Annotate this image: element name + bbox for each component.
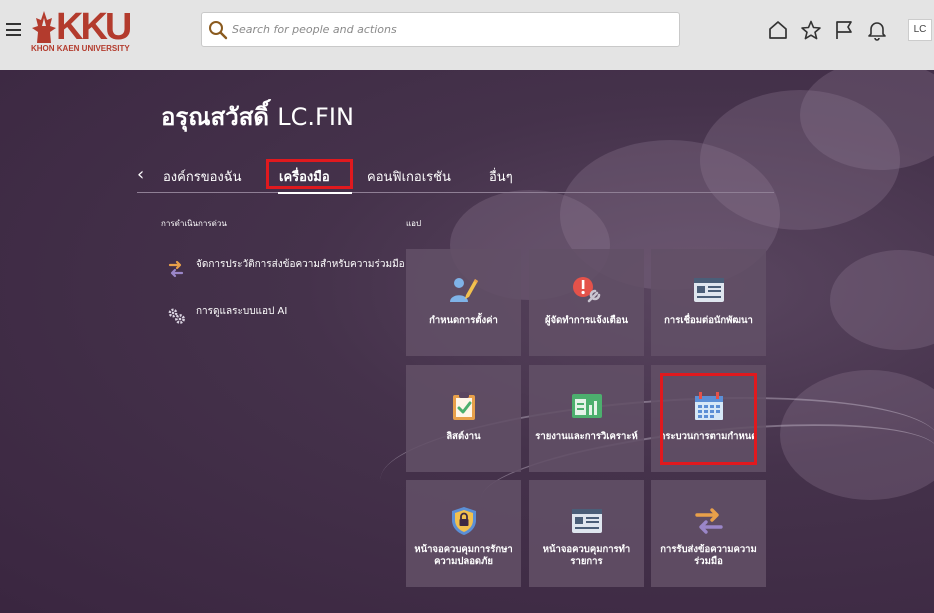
greeting-user-name: LC.FIN	[277, 103, 354, 131]
security-shield-icon	[452, 507, 476, 535]
tab-others[interactable]: อื่นๆ	[489, 166, 513, 187]
app-tile-label: กำหนดการตั้งค่า	[429, 315, 498, 326]
menu-icon[interactable]	[6, 23, 21, 36]
app-tile-collaboration-messaging[interactable]: การรับส่งข้อความความร่วมมือ	[651, 480, 766, 587]
transfer-arrows-icon	[168, 260, 184, 278]
home-icon[interactable]	[767, 19, 789, 41]
tab-my-organization[interactable]: องค์กรของฉัน	[163, 166, 242, 187]
active-tab-indicator	[278, 192, 352, 194]
springboard: อรุณสวัสดิ์ LC.FIN ‹ องค์กรของฉัน เครื่อ…	[0, 70, 934, 613]
quick-action-label: จัดการประวัติการส่งข้อความสำหรับความร่วม…	[196, 259, 405, 270]
clipboard-check-icon	[453, 392, 475, 420]
tab-configuration[interactable]: คอนฟิเกอเรชัน	[367, 166, 451, 187]
star-icon[interactable]	[800, 19, 822, 41]
search-input[interactable]	[232, 14, 672, 45]
greeting-hello: อรุณสวัสดิ์	[161, 103, 269, 131]
app-tile-worklist[interactable]: ลิสต์งาน	[406, 365, 521, 472]
user-avatar[interactable]: LC	[908, 19, 932, 41]
logo-subtitle: KHON KAEN UNIVERSITY	[31, 44, 130, 53]
search-box	[201, 12, 680, 47]
app-tile-setup[interactable]: กำหนดการตั้งค่า	[406, 249, 521, 356]
quick-action-label: การดูแลระบบแอป AI	[196, 306, 288, 317]
app-tile-label: การเชื่อมต่อนักพัฒนา	[664, 315, 753, 326]
top-bar: KKU KHON KAEN UNIVERSITY LC	[0, 0, 934, 70]
app-tile-label: รายงานและการวิเคราะห์	[535, 431, 638, 442]
quick-actions-heading: การดำเนินการด่วน	[161, 219, 227, 228]
chevron-left-icon[interactable]: ‹	[137, 164, 144, 185]
bell-icon[interactable]	[866, 19, 888, 41]
report-chart-icon	[572, 394, 602, 418]
app-tile-label: ลิสต์งาน	[446, 431, 481, 442]
app-tile-label: การรับส่งข้อความความร่วมมือ	[660, 544, 757, 567]
greeting: อรุณสวัสดิ์ LC.FIN	[161, 97, 354, 136]
background-cloud	[830, 250, 934, 350]
app-tile-label: หน้าจอควบคุมการรักษาความปลอดภัย	[414, 544, 513, 567]
search-icon[interactable]	[208, 20, 228, 40]
developer-screen-icon	[694, 278, 724, 302]
tab-bar: ‹ องค์กรของฉัน เครื่องมือ คอนฟิเกอเรชัน …	[137, 160, 774, 194]
app-tile-reports-analytics[interactable]: รายงานและการวิเคราะห์	[529, 365, 644, 472]
kku-emblem-icon	[32, 11, 56, 43]
app-tile-alerts-composer[interactable]: ผู้จัดทำการแจ้งเตือน	[529, 249, 644, 356]
flag-icon[interactable]	[833, 19, 855, 41]
logo-wordmark: KKU	[56, 6, 132, 48]
app-tile-label: หน้าจอควบคุมการทำรายการ	[542, 544, 631, 567]
highlight-box	[660, 373, 757, 465]
transaction-screen-icon	[572, 509, 602, 533]
alert-wrench-icon	[573, 277, 601, 303]
highlight-box	[266, 159, 353, 189]
user-settings-icon	[450, 278, 478, 302]
app-tile-developer-connect[interactable]: การเชื่อมต่อนักพัฒนา	[651, 249, 766, 356]
app-tile-label: ผู้จัดทำการแจ้งเตือน	[544, 315, 629, 326]
gears-icon	[168, 308, 185, 324]
apps-heading: แอป	[406, 219, 422, 228]
collaboration-arrows-icon	[695, 508, 723, 534]
app-tile-security-console[interactable]: หน้าจอควบคุมการรักษาความปลอดภัย	[406, 480, 521, 587]
app-tile-transaction-console[interactable]: หน้าจอควบคุมการทำรายการ	[529, 480, 644, 587]
kku-logo[interactable]: KKU KHON KAEN UNIVERSITY	[28, 8, 140, 56]
